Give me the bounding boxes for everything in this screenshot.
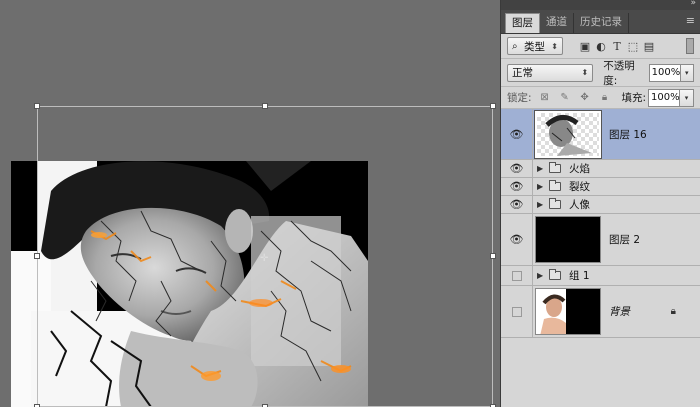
lock-transparent-pixels-icon[interactable]: ⊠ [538,91,552,105]
visibility-toggle[interactable] [501,266,533,285]
document-canvas[interactable] [11,161,368,407]
folder-icon [549,162,561,173]
visibility-toggle[interactable] [501,286,533,337]
expand-group-icon[interactable]: ▶ [537,200,547,209]
folder-icon [549,198,561,209]
smart-object-filter-icon[interactable]: ▤ [641,40,657,53]
expand-group-icon[interactable]: ▶ [537,182,547,191]
layer-name: 背景 [609,306,630,318]
hidden-visibility-box [511,270,522,281]
hidden-visibility-box [511,306,522,317]
lock-row: 锁定: ⊠ ✎ ✥ 🔒︎ 填充: 100% ▾ [501,87,700,109]
folder-icon [549,180,561,191]
tab-layers[interactable]: 图层 [505,13,540,33]
eye-icon: 👁︎ [509,127,524,141]
cracked-portrait-artwork [11,161,368,407]
filter-kind-select[interactable]: ⌕ 类型 ⬍ [507,37,563,55]
opacity-label: 不透明度: [603,59,635,87]
blend-mode-select[interactable]: 正常 ⬍ [507,63,594,82]
layer-row-layer-2[interactable]: 👁︎ 图层 2 [501,214,700,266]
layer-thumbnail-image [536,289,566,334]
type-filter-icon[interactable]: T [609,40,625,53]
layers-list: 👁︎ 图层 16 👁︎ ▶ 火焰 👁︎ ▶ 裂纹 👁︎ ▶ 人像 👁︎ 图层 2… [501,109,700,407]
collapse-panel-icon[interactable]: » [690,0,695,8]
layer-thumbnail [534,109,602,159]
layer-row-group-cracks[interactable]: 👁︎ ▶ 裂纹 [501,178,700,196]
lock-image-pixels-icon[interactable]: ✎ [558,91,572,105]
layer-name: 组 1 [569,270,590,282]
image-filter-icon[interactable]: ▣ [577,40,593,53]
lock-position-icon[interactable]: ✥ [578,91,592,105]
visibility-toggle[interactable]: 👁︎ [501,196,533,213]
eye-icon: 👁︎ [509,162,524,175]
layer-name: 火焰 [569,163,590,175]
tab-channels[interactable]: 通道 [540,13,574,33]
visibility-toggle[interactable]: 👁︎ [501,109,533,159]
transform-reference-point-icon[interactable]: ✛ [260,253,268,264]
filter-kind-label: 类型 [523,40,545,53]
layers-panel: » 图层 通道 历史记录 ≡ ⌕ 类型 ⬍ ▣ ◐ T ⬚ ▤ 正常 ⬍ 不透明… [500,0,700,407]
blend-mode-value: 正常 [512,67,533,79]
layer-thumbnail [535,216,601,263]
adjustment-filter-icon[interactable]: ◐ [593,40,609,53]
layer-name: 裂纹 [569,181,590,193]
transform-handle-top-left[interactable] [34,103,40,109]
eye-icon: 👁︎ [509,180,524,193]
transform-handle-top-right[interactable] [490,103,496,109]
tab-history[interactable]: 历史记录 [574,13,629,33]
lock-label: 锁定: [507,92,532,104]
expand-group-icon[interactable]: ▶ [537,164,547,173]
fill-input[interactable]: 100% [648,88,680,107]
blend-row: 正常 ⬍ 不透明度: 100% ▾ [501,59,700,87]
visibility-toggle[interactable]: 👁︎ [501,160,533,177]
lock-all-icon[interactable]: 🔒︎ [598,91,612,105]
lock-icon: 🔒︎ [670,306,676,317]
layer-thumbnail [535,288,601,335]
eye-icon: 👁︎ [509,198,524,211]
folder-icon [549,269,561,280]
layer-row-group-1[interactable]: ▶ 组 1 [501,266,700,286]
fill-label: 填充: [621,92,646,104]
layer-name: 人像 [569,199,590,211]
filter-toggle-switch[interactable] [686,38,694,54]
layer-thumbnail-image [545,114,592,156]
opacity-slider-arrow-icon[interactable]: ▾ [680,63,694,82]
expand-group-icon[interactable]: ▶ [537,271,547,280]
transform-handle-top-center[interactable] [262,103,268,109]
layer-row-group-portrait[interactable]: 👁︎ ▶ 人像 [501,196,700,214]
layer-name: 图层 16 [609,128,647,141]
eye-icon: 👁︎ [509,233,524,246]
chevron-updown-icon: ⬍ [581,68,589,77]
transform-handle-middle-right[interactable] [490,253,496,259]
panel-menu-icon[interactable]: ≡ [686,14,695,27]
layer-filter-row: ⌕ 类型 ⬍ ▣ ◐ T ⬚ ▤ [501,34,700,59]
layer-row-background[interactable]: 背景 🔒︎ [501,286,700,338]
fill-slider-arrow-icon[interactable]: ▾ [680,88,694,107]
chevron-updown-icon: ⬍ [551,41,558,51]
layer-row-layer-16[interactable]: 👁︎ 图层 16 [501,109,700,160]
visibility-toggle[interactable]: 👁︎ [501,178,533,195]
visibility-toggle[interactable]: 👁︎ [501,214,533,265]
panel-tab-bar: 图层 通道 历史记录 ≡ [501,10,700,34]
canvas-area[interactable]: ✛ [0,0,500,407]
layer-name: 图层 2 [609,234,641,246]
shape-filter-icon[interactable]: ⬚ [625,40,641,53]
opacity-input[interactable]: 100% [648,63,681,82]
panel-title-bar[interactable]: » [501,0,700,10]
search-icon: ⌕ [512,40,518,52]
layers-panel-body: ⌕ 类型 ⬍ ▣ ◐ T ⬚ ▤ 正常 ⬍ 不透明度: 100% ▾ 锁定: ⊠ [501,34,700,407]
layer-row-group-fire[interactable]: 👁︎ ▶ 火焰 [501,160,700,178]
